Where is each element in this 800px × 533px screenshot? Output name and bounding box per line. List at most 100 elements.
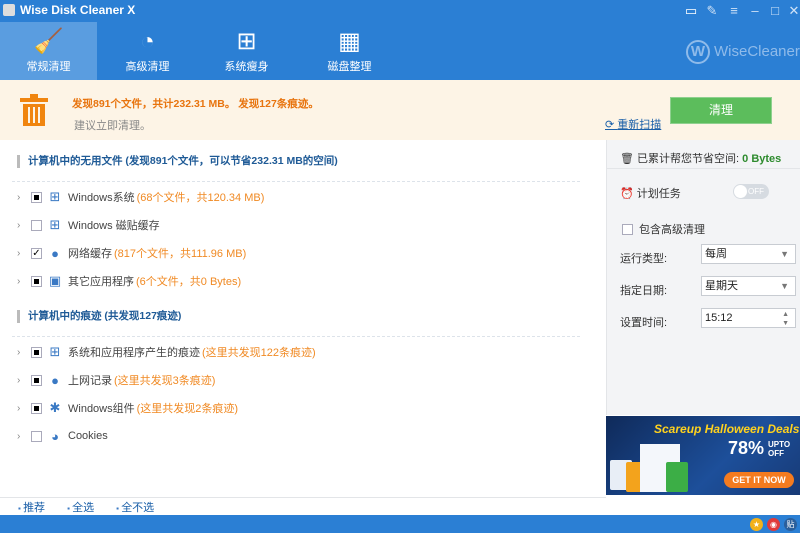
time-spinner[interactable]: 15:12 ▲ ▼	[701, 308, 796, 328]
edit-icon[interactable]: ✎	[705, 3, 719, 19]
item-checkbox[interactable]	[31, 191, 42, 203]
section-title-traces: 计算机中的痕迹 (共发现127痕迹)	[17, 310, 181, 323]
item-detail: (6个文件，共0 Bytes)	[136, 276, 242, 288]
chevron-right-icon[interactable]: ›	[17, 248, 25, 259]
item-name: 系统和应用程序产生的痕迹	[68, 347, 200, 359]
tab-defrag[interactable]: ▦ 磁盘整理	[301, 22, 398, 80]
app-title: Wise Disk Cleaner X	[20, 3, 136, 17]
day-label: 指定日期:	[620, 285, 668, 297]
saved-space: 🗑 已累计帮您节省空间: 0 Bytes	[620, 150, 781, 166]
tab-advanced-clean[interactable]: ◔ 高级清理	[99, 22, 196, 80]
item-checkbox[interactable]	[31, 219, 42, 231]
star-icon[interactable]: ★	[750, 518, 763, 531]
ad-upto-off: UPTO OFF	[768, 440, 791, 458]
item-name: Cookies	[68, 430, 108, 442]
include-advanced-label: 包含高级清理	[639, 224, 705, 236]
defrag-icon: ▦	[338, 28, 361, 55]
item-checkbox[interactable]	[31, 275, 42, 287]
item-detail: (这里共发现2条痕迹)	[136, 403, 239, 415]
include-advanced-checkbox[interactable]	[622, 223, 633, 235]
item-checkbox[interactable]	[31, 430, 42, 442]
rescan-link[interactable]: ⟳ 重新扫描	[605, 116, 661, 132]
halloween-ad-banner[interactable]: Scareup Halloween Deals 78% UPTO OFF GET …	[606, 416, 800, 495]
dropdown-arrow-icon: ▼	[780, 281, 789, 291]
feedback-icon[interactable]: ▭	[684, 3, 698, 19]
trash-icon: 🗑	[620, 153, 638, 165]
saved-label: 已累计帮您节省空间:	[637, 153, 740, 165]
product-box	[666, 462, 688, 492]
windows-icon: ⊞	[49, 217, 61, 232]
puzzle-icon: ✱	[49, 400, 61, 415]
menu-icon[interactable]: ≡	[727, 3, 741, 18]
list-item[interactable]: › ▣ 其它应用程序 (6个文件，共0 Bytes)	[17, 273, 241, 289]
chevron-right-icon[interactable]: ›	[17, 347, 25, 358]
chevron-right-icon[interactable]: ›	[17, 431, 25, 442]
list-item[interactable]: › ⊞ Windows系统 (68个文件，共120.34 MB)	[17, 189, 264, 205]
list-item[interactable]: › ⊞ 系统和应用程序产生的痕迹 (这里共发现122条痕迹)	[17, 344, 316, 360]
clean-button[interactable]: 清理	[670, 97, 772, 124]
time-value: 15:12	[705, 312, 733, 324]
scan-summary: 发现891个文件，共计232.31 MB。 发现127条痕迹。	[72, 98, 319, 110]
list-item[interactable]: › ✱ Windows组件 (这里共发现2条痕迹)	[17, 400, 238, 416]
list-item[interactable]: › ◕ Cookies	[17, 428, 110, 444]
tab-label: 常规清理	[26, 61, 71, 73]
divider	[606, 168, 800, 169]
item-name: 其它应用程序	[68, 276, 134, 288]
globe-icon: ●	[51, 245, 59, 261]
section-title-junk-files: 计算机中的无用文件 (发现891个文件，可以节省232.31 MB的空间)	[17, 155, 338, 168]
status-bar	[0, 515, 800, 533]
tab-regular-clean[interactable]: 🧹 常规清理	[0, 22, 97, 80]
cookie-icon: ◕	[51, 428, 59, 444]
run-type-label: 运行类型:	[620, 253, 668, 265]
close-icon[interactable]: ✕	[787, 3, 800, 19]
run-type-value: 每周	[705, 248, 727, 260]
item-detail: (68个文件，共120.34 MB)	[136, 192, 265, 204]
item-checkbox[interactable]	[31, 346, 42, 358]
minimize-icon[interactable]: –	[748, 3, 762, 18]
day-select[interactable]: 星期天 ▼	[701, 276, 796, 296]
select-none-link[interactable]: 全不选	[116, 499, 154, 515]
item-name: Windows 磁贴缓存	[68, 220, 160, 232]
windows-icon: ⊞	[49, 189, 61, 204]
chevron-right-icon[interactable]: ›	[17, 220, 25, 231]
list-item[interactable]: › ✓ ● 网络缓存 (817个文件，共111.96 MB)	[17, 245, 246, 261]
chevron-right-icon[interactable]: ›	[17, 192, 25, 203]
day-value: 星期天	[705, 280, 738, 292]
chevron-right-icon[interactable]: ›	[17, 403, 25, 414]
spinner-arrows-icon[interactable]: ▲ ▼	[782, 310, 789, 328]
tieba-icon[interactable]: 贴	[784, 518, 797, 531]
run-type-select[interactable]: 每周 ▼	[701, 244, 796, 264]
schedule-toggle[interactable]: OFF	[733, 184, 769, 199]
item-detail: (这里共发现3条痕迹)	[114, 375, 216, 387]
wisecleaner-logo: W WiseCleaner	[686, 40, 800, 64]
chevron-right-icon[interactable]: ›	[17, 375, 25, 386]
chevron-right-icon[interactable]: ›	[17, 276, 25, 287]
schedule-label: ⏰ 计划任务	[620, 185, 681, 201]
tab-label: 系统瘦身	[224, 61, 269, 73]
get-it-now-button[interactable]: GET IT NOW	[724, 472, 794, 488]
divider	[12, 181, 580, 182]
list-item[interactable]: › ● 上网记录 (这里共发现3条痕迹)	[17, 372, 215, 388]
list-item[interactable]: › ⊞ Windows 磁贴缓存	[17, 217, 162, 233]
item-checkbox[interactable]	[31, 402, 42, 414]
bottom-links: 推荐 全选 全不选	[0, 497, 606, 515]
weibo-icon[interactable]: ◉	[767, 518, 780, 531]
item-detail: (817个文件，共111.96 MB)	[114, 248, 247, 260]
select-all-link[interactable]: 全选	[67, 499, 94, 515]
windows-icon: ⊞	[236, 28, 257, 55]
trash-icon	[20, 94, 48, 126]
item-checkbox[interactable]	[31, 374, 42, 386]
tab-label: 高级清理	[125, 61, 170, 73]
include-advanced-option[interactable]: 包含高级清理	[622, 221, 705, 237]
app-icon	[3, 4, 15, 16]
recommend-link[interactable]: 推荐	[18, 499, 45, 515]
suggestion-text: 建议立即清理。	[74, 120, 151, 132]
tab-system-slim[interactable]: ⊞ 系统瘦身	[198, 22, 295, 80]
item-name: 上网记录	[68, 375, 112, 387]
divider	[12, 336, 580, 337]
tab-label: 磁盘整理	[327, 61, 372, 73]
broom-icon: 🧹	[33, 28, 64, 55]
globe-icon: ●	[51, 372, 59, 388]
maximize-icon[interactable]: □	[768, 3, 782, 18]
item-checkbox[interactable]: ✓	[31, 247, 42, 259]
